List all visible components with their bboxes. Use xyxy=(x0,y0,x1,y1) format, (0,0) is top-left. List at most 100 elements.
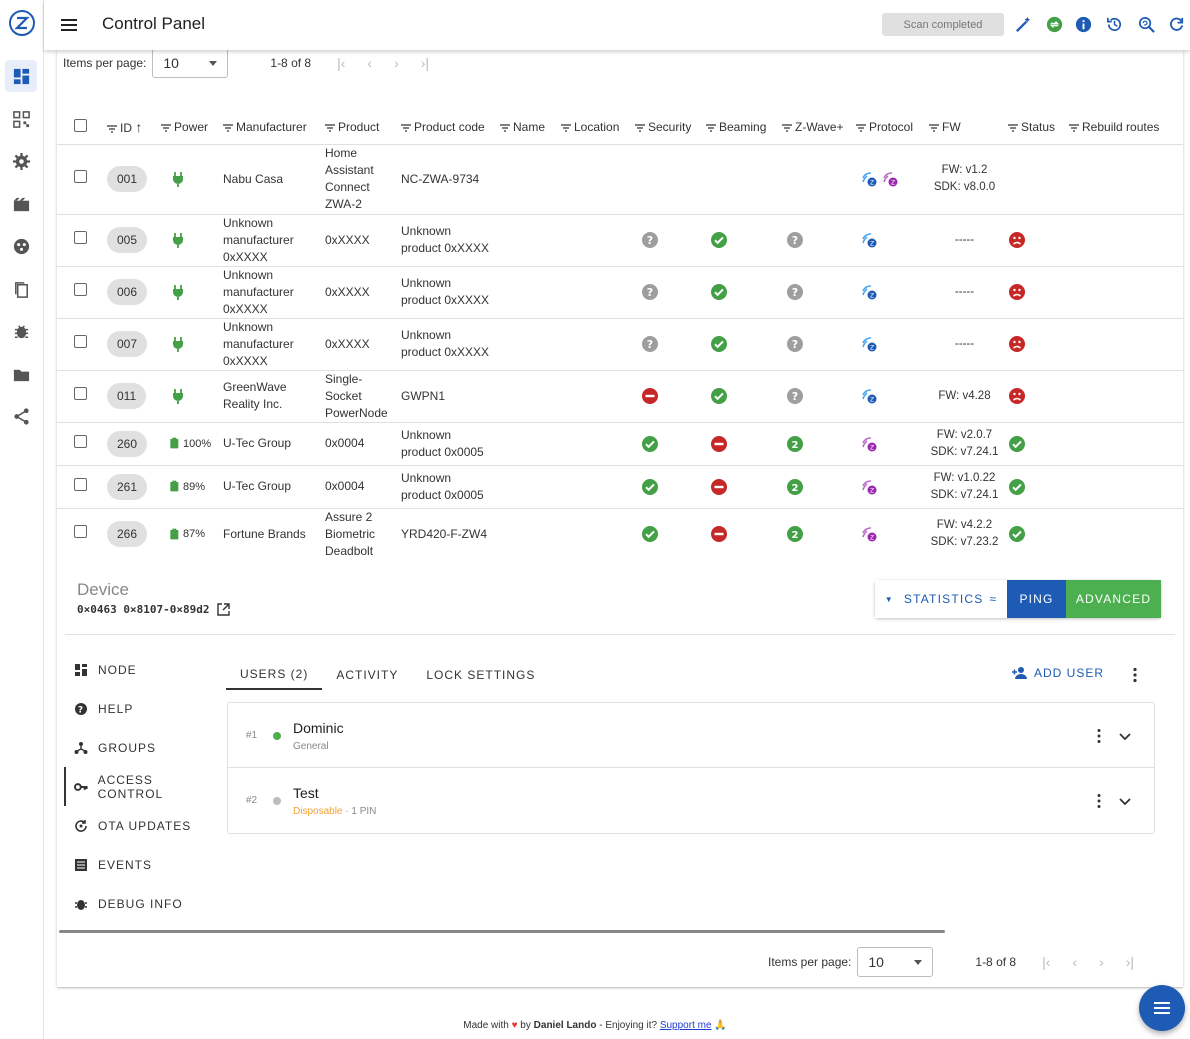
table-row[interactable]: 011 GreenWave Reality Inc. Single-Socket… xyxy=(57,369,1183,422)
rail-network-icon[interactable] xyxy=(5,400,37,432)
open-external-icon[interactable] xyxy=(217,603,231,616)
node-id[interactable]: 266 xyxy=(107,521,148,548)
node-id[interactable]: 001 xyxy=(107,166,148,192)
row-checkbox[interactable] xyxy=(74,434,87,448)
tab-users[interactable]: USERS (2) xyxy=(226,660,323,690)
col-product[interactable]: Product xyxy=(321,110,397,144)
table-row[interactable]: 007 Unknown manufacturer 0xXXXX 0xXXXX U… xyxy=(57,317,1183,370)
table-row[interactable]: 260 100% U-Tec Group 0x0004 Unknown prod… xyxy=(57,421,1183,465)
chevron-down-icon[interactable] xyxy=(1118,794,1132,808)
side-nav-events[interactable]: EVENTS xyxy=(64,845,219,884)
rail-mesh-icon[interactable] xyxy=(5,230,37,262)
row-checkbox[interactable] xyxy=(74,170,87,183)
col-security[interactable]: Security xyxy=(631,110,702,144)
name-cell xyxy=(496,507,557,560)
user-row[interactable]: #2 Test Disposable · 1 PIN xyxy=(228,768,1154,833)
add-user-button[interactable]: ADD USER xyxy=(1012,666,1104,680)
col-fw[interactable]: FW xyxy=(925,110,1004,144)
col-id[interactable]: ID ↑ xyxy=(101,110,157,144)
table-row[interactable]: 005 Unknown manufacturer 0xXXXX 0xXXXX U… xyxy=(57,213,1183,266)
history-icon[interactable] xyxy=(1103,13,1125,35)
menu-icon[interactable] xyxy=(58,14,80,36)
rail-control-panel-icon[interactable] xyxy=(5,60,37,92)
items-per-page-select[interactable]: 10 xyxy=(857,947,934,977)
tab-activity[interactable]: ACTIVITY xyxy=(322,660,412,690)
info-icon[interactable] xyxy=(1072,13,1094,35)
user-row[interactable]: #1 Dominic General xyxy=(228,703,1154,768)
row-checkbox[interactable] xyxy=(74,231,87,244)
row-checkbox[interactable] xyxy=(74,335,87,348)
col-rebuild-routes[interactable]: Rebuild routes xyxy=(1065,110,1183,144)
search-refresh-icon[interactable] xyxy=(1135,13,1157,35)
select-all-checkbox[interactable] xyxy=(74,118,87,132)
rail-debug-icon[interactable] xyxy=(5,315,37,347)
side-nav-access-control[interactable]: ACCESS CONTROL xyxy=(64,767,219,806)
horizontal-scrollbar[interactable] xyxy=(59,930,945,933)
advanced-button[interactable]: ADVANCED xyxy=(1066,580,1161,618)
first-page-icon[interactable]: |‹ xyxy=(1042,954,1050,970)
svg-text:?: ? xyxy=(647,234,653,247)
rail-settings-icon[interactable] xyxy=(5,145,37,177)
table-row[interactable]: 001 Nabu Casa Home Assistant Connect ZWA… xyxy=(57,143,1183,214)
support-link[interactable]: Support me xyxy=(660,1020,712,1031)
ping-button[interactable]: PING xyxy=(1007,580,1066,618)
node-id[interactable]: 261 xyxy=(107,473,148,500)
side-nav-debug-info[interactable]: DEBUG INFO xyxy=(64,884,219,923)
col-protocol[interactable]: Protocol xyxy=(852,110,925,144)
items-per-page-select[interactable]: 10 xyxy=(152,48,229,78)
node-id[interactable]: 260 xyxy=(107,430,148,457)
node-id[interactable]: 011 xyxy=(107,383,147,409)
svg-text:?: ? xyxy=(792,286,798,299)
col-zwave-plus[interactable]: Z-Wave+ xyxy=(778,110,852,144)
last-page-icon[interactable]: ›| xyxy=(421,55,429,71)
refresh-icon[interactable] xyxy=(1165,13,1187,35)
fab-menu-button[interactable] xyxy=(1139,985,1185,1031)
top-app-bar: Control Panel Scan completed xyxy=(44,0,1190,50)
col-beaming[interactable]: Beaming xyxy=(702,110,778,144)
last-page-icon[interactable]: ›| xyxy=(1126,954,1134,970)
side-nav-help[interactable]: ? HELP xyxy=(64,689,219,728)
side-nav-ota-updates[interactable]: OTA UPDATES xyxy=(64,806,219,845)
row-checkbox[interactable] xyxy=(74,387,87,400)
sync-icon[interactable] xyxy=(1043,13,1065,35)
user-name: Test xyxy=(293,785,319,801)
prev-page-icon[interactable]: ‹ xyxy=(367,55,372,71)
chevron-down-icon[interactable] xyxy=(1118,729,1132,743)
rail-files-icon[interactable] xyxy=(5,358,37,390)
tab-lock-settings[interactable]: LOCK SETTINGS xyxy=(412,660,549,690)
table-row[interactable]: 261 89% U-Tec Group 0x0004 Unknown produ… xyxy=(57,464,1183,508)
scan-status-button[interactable]: Scan completed xyxy=(882,13,1004,36)
product-code-cell: YRD420-F-ZW4 xyxy=(397,507,496,560)
col-status[interactable]: Status xyxy=(1004,110,1065,144)
items-per-page-label: Items per page: xyxy=(768,955,852,969)
next-page-icon[interactable]: › xyxy=(394,55,399,71)
statistics-button[interactable]: ▼ STATISTICS ≈ xyxy=(875,580,1007,618)
side-nav-groups[interactable]: GROUPS xyxy=(64,728,219,767)
side-nav-node[interactable]: NODE xyxy=(64,650,219,689)
magic-wand-icon[interactable] xyxy=(1012,13,1034,35)
row-checkbox[interactable] xyxy=(74,477,87,491)
node-id[interactable]: 006 xyxy=(107,279,148,305)
rail-store-icon[interactable] xyxy=(5,273,37,305)
rail-smart-start-icon[interactable] xyxy=(5,103,37,135)
more-vert-icon[interactable] xyxy=(1096,793,1102,809)
more-vert-icon[interactable] xyxy=(1132,667,1138,683)
next-page-icon[interactable]: › xyxy=(1099,954,1104,970)
node-id[interactable]: 007 xyxy=(107,331,148,357)
row-checkbox[interactable] xyxy=(74,283,87,296)
table-row[interactable]: 266 87% Fortune Brands Assure 2 Biometri… xyxy=(57,507,1183,560)
more-vert-icon[interactable] xyxy=(1096,728,1102,744)
col-power[interactable]: Power xyxy=(157,110,219,144)
col-name[interactable]: Name xyxy=(496,110,557,144)
row-checkbox[interactable] xyxy=(74,525,87,539)
zwave-logo-icon xyxy=(9,10,35,36)
col-manufacturer[interactable]: Manufacturer xyxy=(219,110,321,144)
first-page-icon[interactable]: |‹ xyxy=(337,55,345,71)
col-location[interactable]: Location xyxy=(557,110,631,144)
table-row[interactable]: 006 Unknown manufacturer 0xXXXX 0xXXXX U… xyxy=(57,265,1183,318)
rail-scenes-icon[interactable] xyxy=(5,188,37,220)
col-product-code[interactable]: Product code xyxy=(397,110,496,144)
node-id[interactable]: 005 xyxy=(107,227,148,253)
prev-page-icon[interactable]: ‹ xyxy=(1072,954,1077,970)
product-cell: Home Assistant Connect ZWA-2 xyxy=(321,143,397,214)
